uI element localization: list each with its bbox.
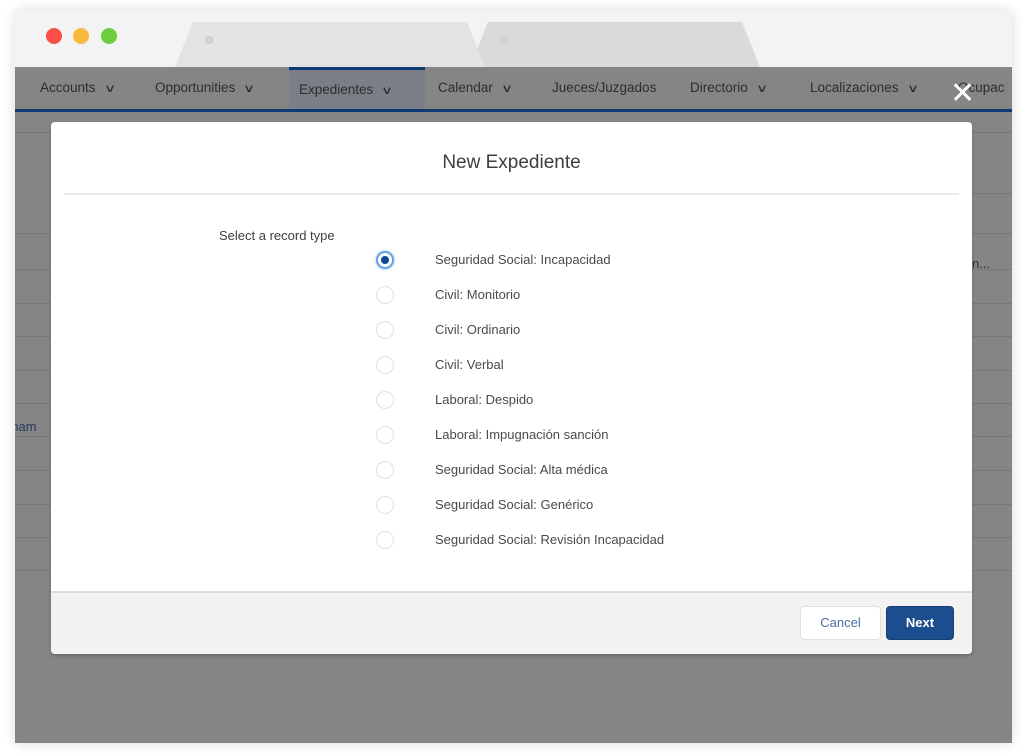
chevron-down-icon[interactable]: ∨ (104, 68, 116, 110)
close-icon[interactable]: ✕ (950, 79, 975, 109)
radio-option[interactable]: Laboral: Despido (376, 389, 876, 424)
divider (64, 193, 959, 195)
next-button[interactable]: Next (886, 606, 954, 640)
nav-label: Directorio (690, 80, 748, 95)
nav-label: Expedientes (299, 82, 374, 97)
nav-item-opportunities[interactable]: Opportunities ∨ (155, 67, 255, 110)
radio-button[interactable] (376, 286, 394, 304)
radio-button[interactable] (376, 531, 394, 549)
nav-label: Jueces/Juzgados (552, 80, 657, 95)
nav-label: Accounts (40, 80, 96, 95)
radio-option-label[interactable]: Seguridad Social: Genérico (435, 497, 593, 512)
radio-option[interactable]: Civil: Verbal (376, 354, 876, 389)
radio-button[interactable] (376, 426, 394, 444)
radio-option-label[interactable]: Laboral: Impugnación sanción (435, 427, 608, 442)
radio-option-label[interactable]: Civil: Ordinario (435, 322, 520, 337)
new-expediente-modal: New Expediente Select a record type Segu… (51, 122, 972, 654)
nav-label: Opportunities (155, 80, 236, 95)
radio-option[interactable]: Seguridad Social: Incapacidad (376, 249, 876, 284)
radio-option-label[interactable]: Laboral: Despido (435, 392, 533, 407)
radio-option-label[interactable]: Civil: Verbal (435, 357, 504, 372)
nav-item-localizaciones[interactable]: Localizaciones ∨ (810, 67, 919, 110)
maximize-window-button[interactable] (101, 28, 117, 44)
chevron-down-icon[interactable]: ∨ (907, 68, 919, 110)
modal-title: New Expediente (442, 152, 581, 173)
radio-option-label[interactable]: Civil: Monitorio (435, 287, 520, 302)
nav-label: Calendar (438, 80, 493, 95)
cancel-button[interactable]: Cancel (800, 606, 881, 640)
radio-button[interactable] (376, 496, 394, 514)
close-window-button[interactable] (46, 28, 62, 44)
radio-option[interactable]: Laboral: Impugnación sanción (376, 424, 876, 459)
chevron-down-icon[interactable]: ∨ (381, 72, 393, 111)
radio-option-label[interactable]: Seguridad Social: Incapacidad (435, 252, 611, 267)
tab-close-icon[interactable] (500, 36, 508, 44)
nav-item-accounts[interactable]: Accounts ∨ (40, 67, 116, 110)
nav-item-directorio[interactable]: Directorio ∨ (690, 67, 768, 110)
radio-button[interactable] (376, 391, 394, 409)
chevron-down-icon[interactable]: ∨ (243, 68, 255, 110)
radio-button[interactable] (376, 321, 394, 339)
radio-option-label[interactable]: Seguridad Social: Revisión Incapacidad (435, 532, 664, 547)
nav-label: Localizaciones (810, 80, 899, 95)
minimize-window-button[interactable] (73, 28, 89, 44)
nav-item-expedientes[interactable]: Expedientes ∨ (289, 67, 425, 109)
title-bar (15, 10, 1012, 67)
radio-button[interactable] (376, 356, 394, 374)
chevron-down-icon[interactable]: ∨ (756, 68, 768, 110)
record-type-label: Select a record type (219, 228, 335, 243)
radio-option[interactable]: Civil: Monitorio (376, 284, 876, 319)
radio-option[interactable]: Seguridad Social: Genérico (376, 494, 876, 529)
browser-tab-2[interactable] (470, 22, 760, 67)
tab-close-icon[interactable] (205, 36, 213, 44)
chevron-down-icon[interactable]: ∨ (501, 68, 513, 110)
background-link-text[interactable]: rnam (15, 419, 37, 434)
radio-option[interactable]: Seguridad Social: Revisión Incapacidad (376, 529, 876, 564)
nav-item-calendar[interactable]: Calendar ∨ (438, 67, 513, 110)
modal-footer: Cancel Next (51, 591, 972, 654)
radio-button-selected[interactable] (376, 251, 394, 269)
radio-button[interactable] (376, 461, 394, 479)
radio-option[interactable]: Civil: Ordinario (376, 319, 876, 354)
record-type-radio-group: Seguridad Social: Incapacidad Civil: Mon… (376, 249, 876, 564)
background-column-header: n... (972, 256, 991, 271)
radio-option[interactable]: Seguridad Social: Alta médica (376, 459, 876, 494)
modal-header: New Expediente (51, 122, 972, 195)
radio-option-label[interactable]: Seguridad Social: Alta médica (435, 462, 608, 477)
nav-item-jueces-juzgados[interactable]: Jueces/Juzgados (552, 67, 656, 109)
browser-tab-1[interactable] (175, 22, 485, 67)
app-nav-bar: Accounts ∨ Opportunities ∨ Expedientes ∨ Ca… (15, 67, 1012, 112)
